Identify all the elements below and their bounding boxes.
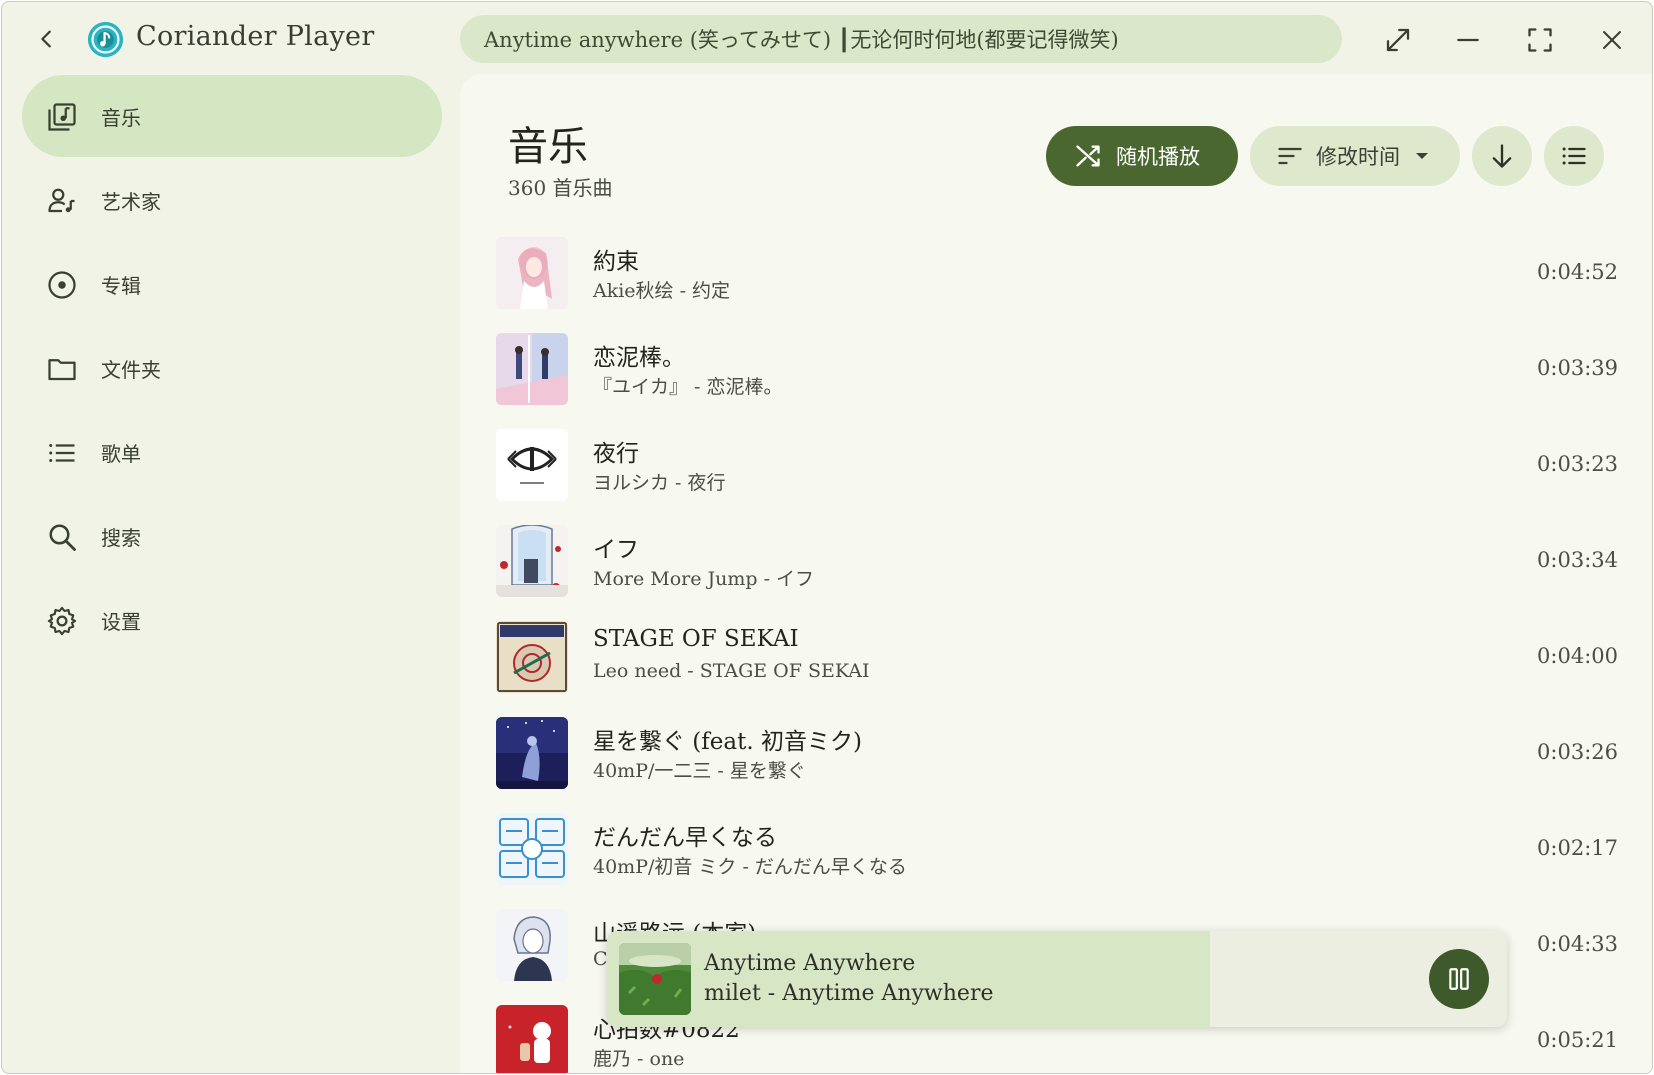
now-playing-title: Anytime Anywhere: [704, 951, 916, 976]
sidebar-item-label: 歌单: [101, 442, 141, 466]
track-title: だんだん早くなる: [593, 825, 777, 851]
track-duration: 0:03:26: [1537, 740, 1618, 764]
track-duration: 0:04:52: [1537, 260, 1618, 284]
sort-dropdown[interactable]: 修改时间: [1250, 126, 1460, 186]
track-duration: 0:04:00: [1537, 644, 1618, 668]
track-duration: 0:04:33: [1537, 932, 1618, 956]
sidebar-item-label: 搜索: [101, 526, 141, 550]
track-artist-album: Leo need - STAGE OF SEKAI: [593, 660, 870, 682]
list-view-icon: [1562, 147, 1586, 165]
close-button[interactable]: [1592, 20, 1632, 60]
sidebar-item-artists[interactable]: 艺术家: [22, 159, 442, 241]
arrow-down-icon: [1492, 144, 1512, 168]
album-cover: [496, 813, 568, 885]
music-library-panel: 音乐 360 首乐曲 随机播放 修改时间 約束 Akie秋绘 - 约定 0:04…: [460, 74, 1652, 1073]
sidebar-item-search[interactable]: 搜索: [22, 495, 442, 577]
track-title: 星を繋ぐ (feat. 初音ミク): [593, 729, 862, 755]
album-cover: [496, 333, 568, 405]
mini-mode-button[interactable]: [1378, 20, 1418, 60]
fullscreen-icon: [1528, 28, 1552, 52]
playback-progress-fill: [607, 931, 1210, 1027]
sidebar-item-label: 专辑: [101, 274, 141, 298]
track-title: 恋泥棒。: [593, 345, 685, 371]
now-playing-cover: [619, 943, 691, 1015]
track-row[interactable]: 恋泥棒。 『ユイカ』 - 恋泥棒。 0:03:39: [460, 324, 1652, 416]
track-artist-album: 40mP/初音 ミク - だんだん早くなる: [593, 856, 907, 878]
close-icon: [1603, 31, 1621, 49]
album-icon: [48, 271, 76, 299]
sort-label: 修改时间: [1316, 145, 1400, 169]
expand-diagonal-icon: [1386, 28, 1410, 52]
sort-icon: [1278, 147, 1302, 165]
track-row[interactable]: 星を繋ぐ (feat. 初音ミク) 40mP/一二三 - 星を繋ぐ 0:03:2…: [460, 708, 1652, 800]
track-duration: 0:03:39: [1537, 356, 1618, 380]
track-title: STAGE OF SEKAI: [593, 626, 799, 652]
caret-down-icon: [1416, 153, 1428, 159]
app-window: Coriander Player Anytime anywhere (笑ってみせ…: [1, 1, 1653, 1074]
sort-direction-button[interactable]: [1472, 126, 1532, 186]
music-library-icon: [48, 103, 76, 131]
search-icon: [49, 524, 76, 551]
view-mode-button[interactable]: [1544, 126, 1604, 186]
pause-icon: [1449, 968, 1469, 990]
shuffle-icon: [1076, 145, 1100, 167]
track-artist-album: More More Jump - イフ: [593, 568, 815, 590]
track-title: 夜行: [593, 441, 639, 467]
sidebar-item-label: 文件夹: [101, 358, 161, 382]
maximize-button[interactable]: [1520, 20, 1560, 60]
track-title: イフ: [593, 537, 639, 563]
pause-button[interactable]: [1429, 949, 1489, 1009]
now-playing-bar[interactable]: Anytime Anywhere milet - Anytime Anywher…: [607, 931, 1507, 1027]
app-logo-icon: [87, 21, 124, 58]
track-artist-album: C: [593, 948, 608, 970]
album-cover: [496, 717, 568, 789]
track-row[interactable]: STAGE OF SEKAI Leo need - STAGE OF SEKAI…: [460, 612, 1652, 704]
app-title: Coriander Player: [136, 21, 375, 52]
chevron-left-icon: [41, 30, 51, 48]
track-artist-album: 鹿乃 - one: [593, 1048, 685, 1070]
track-row[interactable]: イフ More More Jump - イフ 0:03:34: [460, 516, 1652, 608]
sidebar-item-label: 艺术家: [101, 190, 161, 214]
track-duration: 0:03:23: [1537, 452, 1618, 476]
track-artist-album: 『ユイカ』 - 恋泥棒。: [593, 376, 783, 398]
shuffle-label: 随机播放: [1116, 145, 1200, 169]
now-playing-artist: milet - Anytime Anywhere: [704, 981, 994, 1006]
track-duration: 0:02:17: [1537, 836, 1618, 860]
sidebar-item-label: 音乐: [101, 106, 141, 130]
track-row[interactable]: だんだん早くなる 40mP/初音 ミク - だんだん早くなる 0:02:17: [460, 804, 1652, 896]
back-button[interactable]: [30, 22, 64, 56]
now-playing-title-bar[interactable]: Anytime anywhere (笑ってみせて) ┃无论何时何地(都要记得微笑…: [460, 15, 1342, 63]
minimize-button[interactable]: [1448, 20, 1488, 60]
artist-icon: [48, 188, 75, 213]
track-duration: 0:03:34: [1537, 548, 1618, 572]
album-cover: [496, 621, 568, 693]
track-artist-album: 40mP/一二三 - 星を繋ぐ: [593, 760, 806, 782]
album-cover: [496, 429, 568, 501]
settings-icon: [47, 606, 77, 636]
track-title: 約束: [593, 249, 639, 275]
minimize-icon: [1457, 38, 1479, 42]
track-count: 360 首乐曲: [508, 176, 613, 200]
track-artist-album: Akie秋绘 - 约定: [593, 280, 731, 302]
album-cover: [496, 1005, 568, 1073]
track-duration: 0:05:21: [1537, 1028, 1618, 1052]
shuffle-play-button[interactable]: 随机播放: [1046, 126, 1238, 186]
playlist-icon: [49, 444, 75, 462]
sidebar-item-label: 设置: [101, 610, 141, 634]
page-title: 音乐: [508, 124, 588, 170]
sidebar-item-folders[interactable]: 文件夹: [22, 327, 442, 409]
track-row[interactable]: 約束 Akie秋绘 - 约定 0:04:52: [460, 228, 1652, 320]
sidebar-item-settings[interactable]: 设置: [22, 579, 442, 661]
sidebar-item-music[interactable]: 音乐: [22, 75, 442, 157]
track-row[interactable]: 夜行 ヨルシカ - 夜行 0:03:23: [460, 420, 1652, 512]
album-cover: [496, 909, 568, 981]
sidebar-item-albums[interactable]: 专辑: [22, 243, 442, 325]
folder-icon: [48, 359, 76, 381]
track-artist-album: ヨルシカ - 夜行: [593, 472, 726, 494]
album-cover: [496, 525, 568, 597]
album-cover: [496, 237, 568, 309]
sidebar-item-playlists[interactable]: 歌单: [22, 411, 442, 493]
